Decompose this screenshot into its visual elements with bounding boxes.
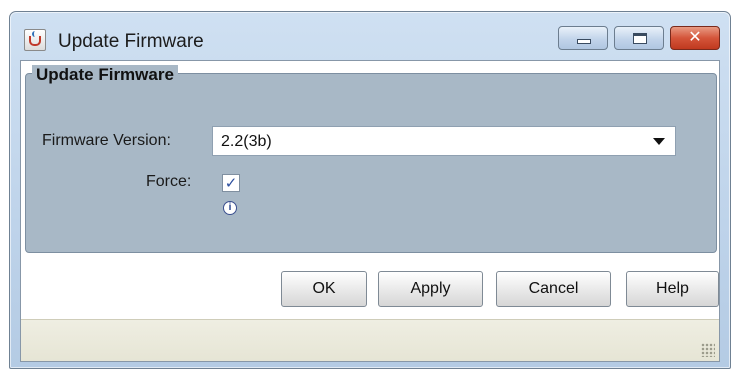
java-cup-shape (29, 36, 41, 46)
apply-button[interactable]: Apply (378, 271, 483, 307)
help-button[interactable]: Help (626, 271, 719, 307)
ok-button[interactable]: OK (281, 271, 367, 307)
title-bar[interactable]: Update Firmware ✕ (10, 12, 730, 60)
minimize-icon (577, 39, 591, 44)
firmware-version-select[interactable]: 2.2(3b) (212, 126, 676, 156)
cancel-button[interactable]: Cancel (496, 271, 611, 307)
group-title: Update Firmware (32, 65, 178, 85)
button-bar: OK Apply Cancel Help (21, 261, 719, 319)
minimize-button[interactable] (558, 26, 608, 50)
update-firmware-window: Update Firmware ✕ Update Firmware Firmwa… (9, 11, 731, 369)
resize-grip-icon[interactable] (701, 343, 715, 357)
status-bar (21, 319, 719, 361)
force-label: Force: (146, 173, 192, 190)
java-app-icon (24, 29, 46, 51)
dropdown-arrow-icon[interactable] (653, 138, 665, 145)
dialog-content: Update Firmware Firmware Version: 2.2(3b… (20, 60, 720, 362)
close-button[interactable]: ✕ (670, 26, 720, 50)
update-firmware-group: Update Firmware Firmware Version: 2.2(3b… (25, 65, 717, 253)
maximize-icon (633, 33, 647, 44)
info-icon[interactable]: i (223, 201, 237, 215)
window-title: Update Firmware (58, 31, 204, 52)
close-icon: ✕ (688, 29, 702, 46)
force-checkbox[interactable]: ✓ (222, 174, 240, 192)
firmware-version-label: Firmware Version: (42, 132, 171, 149)
maximize-button[interactable] (614, 26, 664, 50)
firmware-version-value: 2.2(3b) (221, 133, 272, 150)
